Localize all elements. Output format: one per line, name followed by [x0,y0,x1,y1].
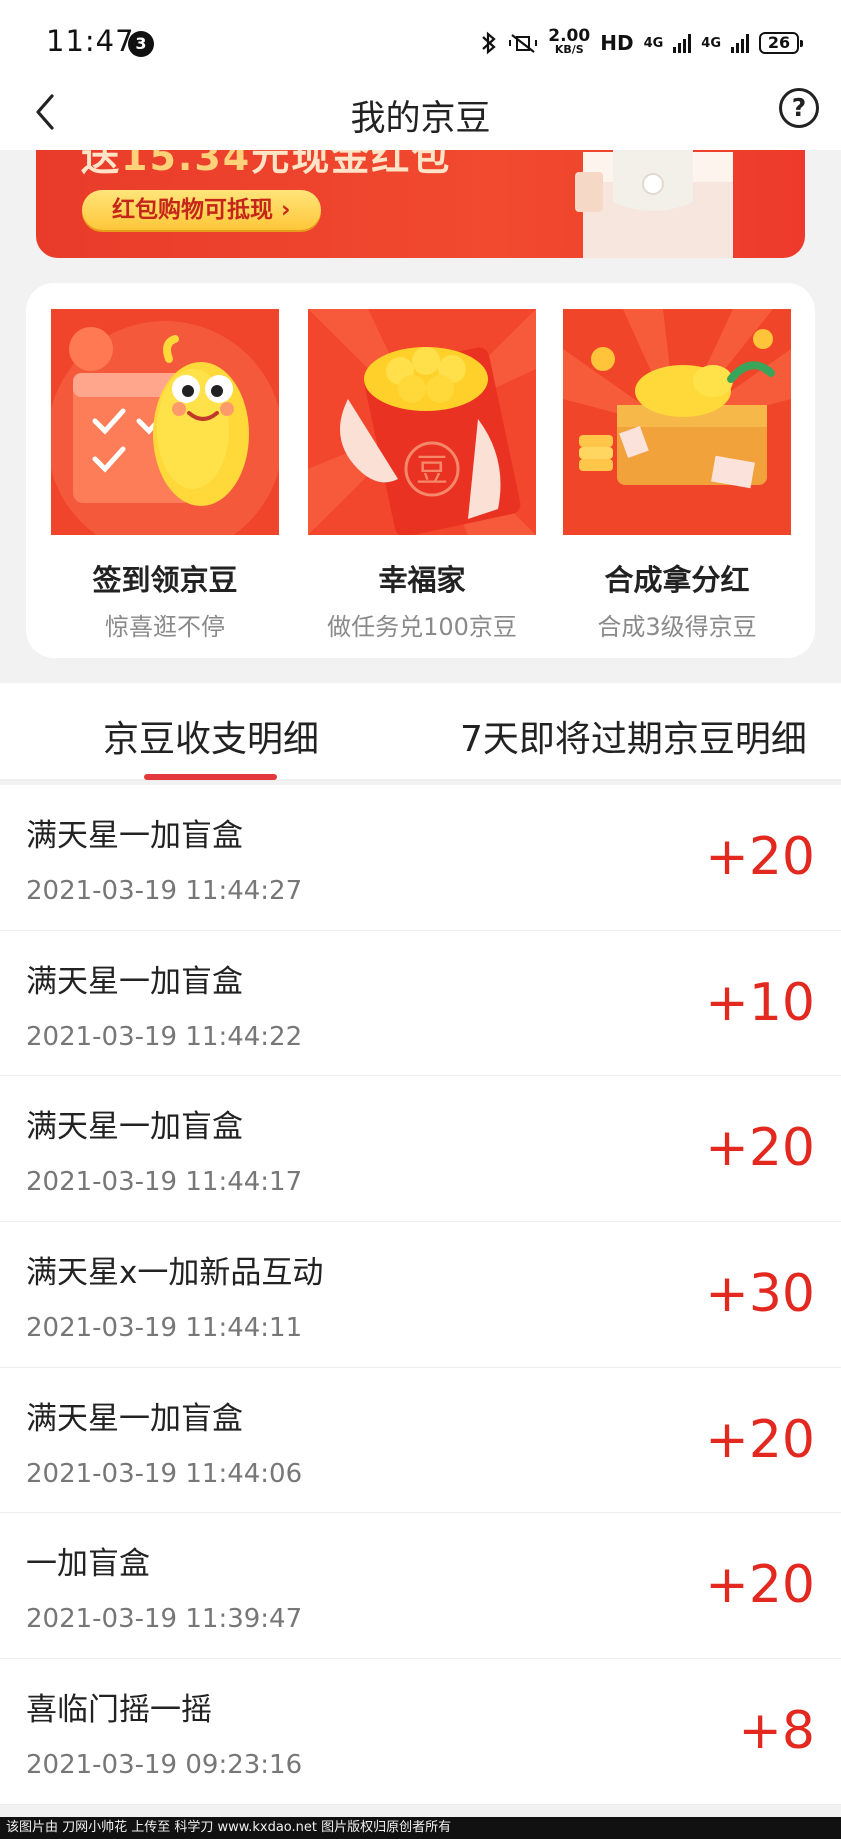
net-speed-value: 2.00 [548,26,591,46]
game-thumb-happy-home: 豆 [308,309,536,535]
wallet-icon [575,150,733,258]
game-item-sign-in[interactable]: 签到领京豆 惊喜逛不停 [51,309,279,642]
tab-expiring-beans[interactable]: 7天即将过期京豆明细 [460,710,807,762]
record-title: 满天星x一加新品互动 [26,1255,324,1292]
list-item[interactable]: 满天星一加盲盒 2021-03-19 11:44:27 +20 [0,785,841,931]
banner-headline-amount: 15.34 [121,150,252,179]
game-subtitle: 合成3级得京豆 [597,613,757,641]
network-type-1: 4G [643,35,664,51]
record-title: 喜临门摇一摇 [26,1692,212,1729]
status-bar: 11:47 3 2.00 KB/S HD 4G 4G 26 [0,0,841,78]
record-amount: +10 [705,972,815,1033]
detail-tabs: 京豆收支明细 7天即将过期京豆明细 [0,683,841,781]
list-item[interactable]: 一加盲盒 2021-03-19 11:39:47 +20 [0,1513,841,1660]
help-button[interactable]: ? [779,88,819,128]
notification-count-badge: 3 [128,31,154,57]
list-item[interactable]: 满天星x一加新品互动 2021-03-19 11:44:11 +30 [0,1222,841,1368]
record-title: 满天星一加盲盒 [26,1400,243,1437]
banner-cta-button[interactable]: 红包购物可抵现 › [82,190,321,230]
list-item[interactable]: 喜临门摇一摇 2021-03-19 09:23:16 +8 [0,1659,841,1805]
record-time: 2021-03-19 11:39:47 [26,1604,303,1635]
status-icons: 2.00 KB/S HD 4G 4G 26 [480,26,803,60]
signal-icon-1 [673,33,692,53]
game-subtitle: 惊喜逛不停 [105,613,225,641]
game-title: 合成拿分红 [604,563,750,597]
game-item-merge[interactable]: 合成拿分红 合成3级得京豆 [563,309,791,642]
tab-active-indicator [144,774,277,780]
record-amount: +20 [705,1409,815,1470]
record-time: 2021-03-19 11:44:06 [26,1458,303,1489]
record-time: 2021-03-19 11:44:27 [26,876,303,906]
status-time: 11:47 [46,24,135,58]
battery-icon: 26 [759,32,803,54]
record-title: 满天星一加盲盒 [26,963,243,1000]
net-speed: 2.00 KB/S [548,26,591,57]
list-item[interactable]: 满天星一加盲盒 2021-03-19 11:44:17 +20 [0,1076,841,1223]
record-list: 满天星一加盲盒 2021-03-19 11:44:27 +20 满天星一加盲盒 … [0,785,841,1805]
bean-calendar-icon [51,309,279,535]
record-time: 2021-03-19 11:44:11 [26,1313,303,1344]
bean-envelope-icon: 豆 [308,309,536,535]
record-amount: +20 [705,1555,815,1616]
promo-banner[interactable]: 送15.34元现金红包 红包购物可抵现 › [36,150,805,258]
network-type-2: 4G [701,35,721,51]
banner-headline-prefix: 送 [81,150,122,179]
list-item[interactable]: 满天星一加盲盒 2021-03-19 11:44:06 +20 [0,1367,841,1514]
list-item[interactable]: 满天星一加盲盒 2021-03-19 11:44:22 +10 [0,930,841,1077]
mute-vibrate-icon [509,34,538,53]
net-speed-unit: KB/S [554,43,584,56]
page-title: 我的京豆 [350,99,491,139]
record-amount: +20 [705,1118,815,1179]
game-item-happy-home[interactable]: 豆 幸福家 做任务兑100京豆 [308,309,536,642]
game-title: 签到领京豆 [92,563,238,597]
record-time: 2021-03-19 11:44:17 [26,1167,303,1198]
record-title: 一加盲盒 [26,1546,150,1583]
game-thumb-merge [563,309,791,535]
record-amount: +8 [738,1701,815,1762]
nav-bar: 我的京豆 ? [0,78,841,150]
footer-credit: 该图片由 刀网小帅花 上传至 科学刀 www.kxdao.net 图片版权归原创… [0,1817,841,1839]
games-card: 签到领京豆 惊喜逛不停 豆 幸福家 做任务兑100京豆 合成拿分红 合成3级得京… [26,283,815,658]
signal-icon-2 [731,33,749,53]
record-time: 2021-03-19 09:23:16 [26,1750,303,1781]
banner-section: 送15.34元现金红包 红包购物可抵现 › [0,150,841,282]
envelope-char: 豆 [416,451,448,489]
record-title: 满天星一加盲盒 [26,818,243,854]
tab-bean-income-expense[interactable]: 京豆收支明细 [103,710,319,762]
record-title: 满天星一加盲盒 [26,1109,243,1146]
record-time: 2021-03-19 11:44:22 [26,1021,303,1052]
game-title: 幸福家 [378,563,466,597]
question-icon: ? [791,93,807,122]
bean-treasure-icon [563,309,791,535]
record-amount: +30 [705,1264,815,1325]
banner-headline: 送15.34元现金红包 [81,150,451,181]
banner-headline-suffix: 元现金红包 [251,150,452,179]
game-thumb-sign-in [51,309,279,535]
record-amount: +20 [705,827,815,887]
bluetooth-icon [482,31,496,55]
hd-indicator: HD [600,31,634,55]
game-subtitle: 做任务兑100京豆 [327,613,517,641]
